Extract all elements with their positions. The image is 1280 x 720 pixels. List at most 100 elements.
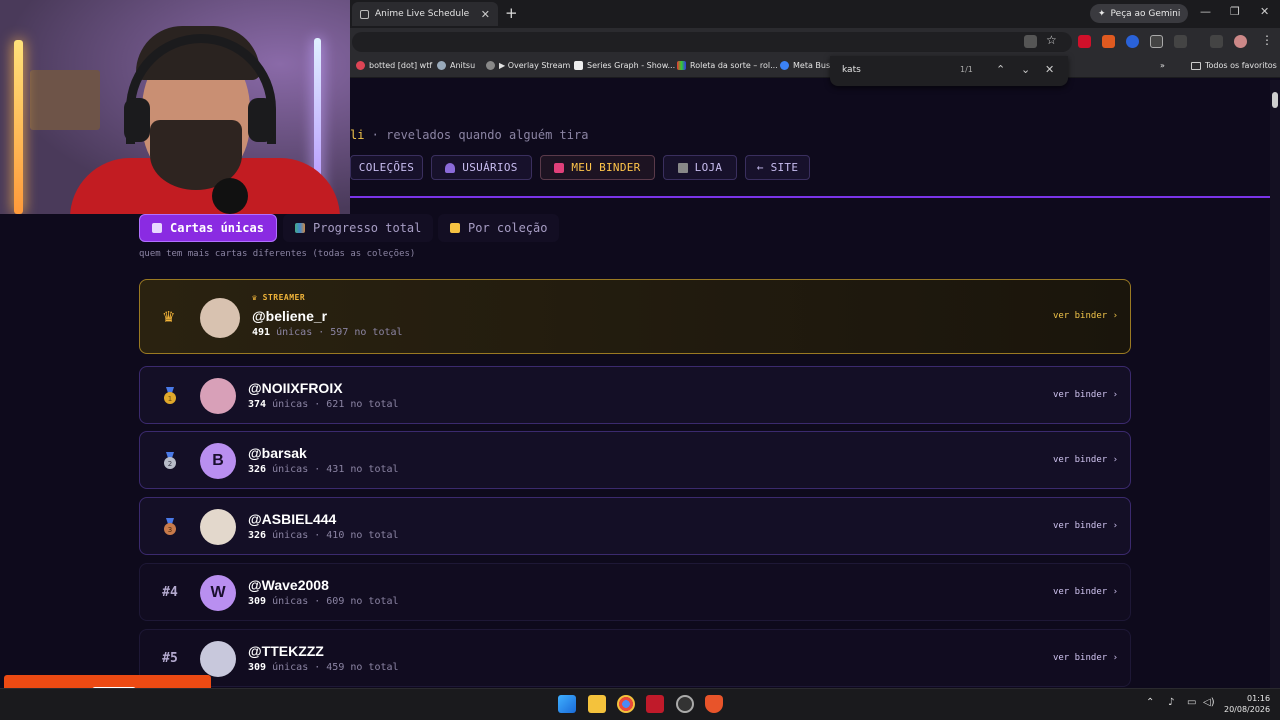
- user-stats: 374 únicas · 621 no total: [248, 399, 399, 410]
- windows-start-icon[interactable]: [558, 695, 576, 713]
- app-icon[interactable]: [676, 695, 694, 713]
- leaderboard-row[interactable]: 1 @NOIIXFROIX 374 únicas · 621 no total …: [139, 366, 1131, 424]
- nav-collections-button[interactable]: COLEÇÕES: [350, 155, 423, 180]
- scrollbar-thumb[interactable]: [1272, 92, 1278, 108]
- find-count: 1/1: [960, 65, 973, 74]
- gemini-button[interactable]: ✦ Peça ao Gemini: [1090, 4, 1189, 23]
- view-binder-link[interactable]: ver binder ›: [1053, 521, 1118, 531]
- address-input[interactable]: [352, 32, 1072, 52]
- header-divider: [350, 196, 1270, 198]
- app-icon[interactable]: [646, 695, 664, 713]
- monitor-icon[interactable]: ▭: [1187, 697, 1196, 708]
- minimize-icon[interactable]: —: [1200, 5, 1211, 18]
- binder-icon: [554, 162, 565, 173]
- ranking-hint: quem tem mais cartas diferentes (todas a…: [139, 249, 416, 259]
- user-stats: 309 únicas · 459 no total: [248, 662, 399, 673]
- svg-text:1: 1: [168, 395, 172, 403]
- taskbar: [0, 688, 1280, 720]
- avatar: W: [200, 575, 236, 611]
- nav-site-button[interactable]: ← SITE: [745, 155, 810, 180]
- view-binder-link[interactable]: ver binder ›: [1053, 455, 1118, 465]
- bookmark-item[interactable]: Roleta da sorte – rol...: [677, 61, 778, 70]
- user-stats: 491 únicas · 597 no total: [252, 327, 403, 338]
- nav-binder-button[interactable]: MEU BINDER: [540, 155, 655, 180]
- nav-shop-button[interactable]: LOJA: [663, 155, 737, 180]
- microphone-icon: [212, 178, 248, 214]
- clock-time: 01:16: [1247, 694, 1271, 703]
- system-clock[interactable]: 01:16 20/08/2026: [1224, 693, 1270, 715]
- close-window-icon[interactable]: ✕: [1260, 5, 1269, 18]
- file-explorer-icon[interactable]: [588, 695, 606, 713]
- puzzle-icon[interactable]: [1174, 35, 1187, 48]
- leaderboard-row[interactable]: #4 W @Wave2008 309 únicas · 609 no total…: [139, 563, 1131, 621]
- find-close-icon[interactable]: ✕: [1045, 63, 1054, 76]
- profile-avatar[interactable]: [1234, 35, 1247, 48]
- media-icon[interactable]: [1210, 35, 1223, 48]
- avatar: B: [200, 443, 236, 479]
- volume-icon[interactable]: ◁): [1203, 697, 1215, 708]
- tab-by-collection[interactable]: Por coleção: [438, 214, 560, 242]
- tab-unique-cards[interactable]: Cartas únicas: [139, 214, 277, 242]
- crown-icon: ♛: [162, 308, 176, 326]
- user-name: @beliene_r: [252, 308, 328, 324]
- streamer-badge: ♛ STREAMER: [252, 293, 306, 302]
- leaderboard-row[interactable]: #5 @TTEKZZZ 309 únicas · 459 no total ve…: [139, 629, 1131, 687]
- extension-icon[interactable]: [1102, 35, 1115, 48]
- extension-icon[interactable]: [1150, 35, 1163, 48]
- silver-medal-icon: 2: [164, 452, 176, 469]
- find-prev-icon[interactable]: ⌃: [996, 63, 1005, 76]
- close-tab-icon[interactable]: ✕: [481, 8, 490, 21]
- brave-icon[interactable]: [705, 695, 723, 713]
- extension-icon[interactable]: [1126, 35, 1139, 48]
- find-input[interactable]: kats: [842, 65, 861, 75]
- find-next-icon[interactable]: ⌄: [1021, 63, 1030, 76]
- user-name: @TTEKZZZ: [248, 643, 324, 659]
- leaderboard-row[interactable]: 2 B @barsak 326 únicas · 431 no total ve…: [139, 431, 1131, 489]
- bookmark-item[interactable]: botted [dot] wtf: [356, 61, 432, 70]
- view-binder-link[interactable]: ver binder ›: [1053, 587, 1118, 597]
- user-name: @NOIIXFROIX: [248, 380, 343, 396]
- bookmark-icon: [356, 61, 365, 70]
- find-bar: kats 1/1 ⌃ ⌄ ✕: [830, 56, 1068, 86]
- avatar: [200, 298, 240, 338]
- tab-favicon-icon: [360, 9, 369, 19]
- bookmark-icon: [780, 61, 789, 70]
- chevron-right-icon[interactable]: »: [1160, 61, 1165, 70]
- webcam-shelf: [30, 70, 100, 130]
- star-icon[interactable]: ☆: [1046, 33, 1057, 47]
- headphone-cup: [124, 98, 150, 142]
- chevron-up-icon[interactable]: ⌃: [1146, 697, 1154, 708]
- all-bookmarks[interactable]: Todos os favoritos: [1191, 61, 1277, 70]
- webcam-overlay: [0, 0, 350, 214]
- chrome-icon[interactable]: [617, 695, 635, 713]
- rank-number: #4: [162, 585, 178, 600]
- gemini-label: Peça ao Gemini: [1110, 8, 1181, 19]
- page-action-icon[interactable]: [1024, 35, 1037, 48]
- bookmark-icon: [437, 61, 446, 70]
- bookmark-item[interactable]: ▶ Overlay Stream: [486, 61, 570, 70]
- bookmark-item[interactable]: Series Graph - Show...: [574, 61, 675, 70]
- extension-icon[interactable]: [1078, 35, 1091, 48]
- users-icon: [445, 162, 456, 173]
- nav-users-button[interactable]: USUÁRIOS: [431, 155, 532, 180]
- page-subtitle: li · revelados quando alguém tira: [350, 128, 589, 142]
- folder-icon: [450, 223, 460, 233]
- view-binder-link[interactable]: ver binder ›: [1053, 653, 1118, 663]
- bookmark-item[interactable]: Meta Busin: [780, 61, 837, 70]
- view-binder-link[interactable]: ver binder ›: [1053, 311, 1118, 321]
- tab-title: Anime Live Schedule: [375, 9, 470, 19]
- rank-number: #5: [162, 651, 178, 666]
- restore-icon[interactable]: ❐: [1230, 5, 1240, 18]
- scrollbar[interactable]: [1270, 80, 1280, 688]
- leaderboard-row[interactable]: ♛ ♛ STREAMER @beliene_r 491 únicas · 597…: [139, 279, 1131, 354]
- tab-total-progress[interactable]: Progresso total: [283, 214, 434, 242]
- bookmark-item[interactable]: Anitsu: [437, 61, 475, 70]
- new-tab-icon[interactable]: +: [505, 4, 518, 22]
- svg-text:3: 3: [168, 526, 172, 534]
- view-binder-link[interactable]: ver binder ›: [1053, 390, 1118, 400]
- leaderboard-row[interactable]: 3 @ASBIEL444 326 únicas · 410 no total v…: [139, 497, 1131, 555]
- mic-icon[interactable]: ♪: [1168, 697, 1174, 708]
- browser-tab[interactable]: Anime Live Schedule ✕: [352, 2, 498, 26]
- avatar: [200, 641, 236, 677]
- menu-icon[interactable]: ⋮: [1261, 33, 1273, 47]
